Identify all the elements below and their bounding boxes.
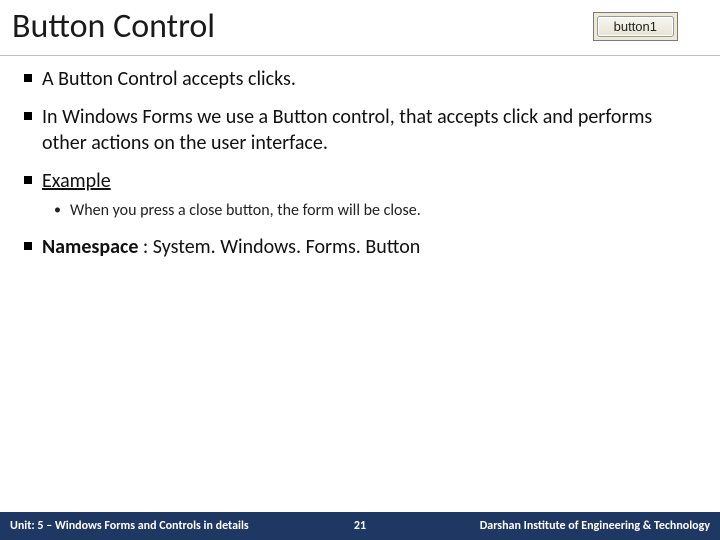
bullet-text: A Button Control accepts clicks. [42, 67, 296, 91]
footer-right: Darshan Institute of Engineering & Techn… [480, 519, 710, 533]
bullet-text: In Windows Forms we use a Button control… [42, 105, 652, 155]
sub-bullet-text: When you press a close button, the form … [70, 201, 421, 220]
namespace-value: : System. Windows. Forms. Button [138, 235, 420, 259]
button-demo[interactable]: button1 [597, 16, 674, 37]
bullet-list: A Button Control accepts clicks. In Wind… [20, 66, 700, 260]
footer-left: Unit: 5 – Windows Forms and Controls in … [10, 519, 249, 533]
slide-footer: Unit: 5 – Windows Forms and Controls in … [0, 512, 720, 540]
sub-bullet-item: When you press a close button, the form … [42, 200, 700, 222]
bullet-text-example: Example [42, 169, 111, 193]
bullet-item: Example When you press a close button, t… [20, 168, 700, 222]
slide-content: A Button Control accepts clicks. In Wind… [0, 56, 720, 260]
bullet-item: In Windows Forms we use a Button control… [20, 104, 700, 156]
slide-title: Button Control [12, 6, 215, 47]
bullet-item: A Button Control accepts clicks. [20, 66, 700, 92]
namespace-label: Namespace [42, 235, 138, 259]
slide-header: Button Control button1 [0, 0, 720, 56]
bullet-item: Namespace : System. Windows. Forms. Butt… [20, 234, 700, 260]
footer-page-number: 21 [354, 519, 366, 533]
button-demo-frame: button1 [593, 12, 678, 41]
sub-bullet-list: When you press a close button, the form … [42, 200, 700, 222]
